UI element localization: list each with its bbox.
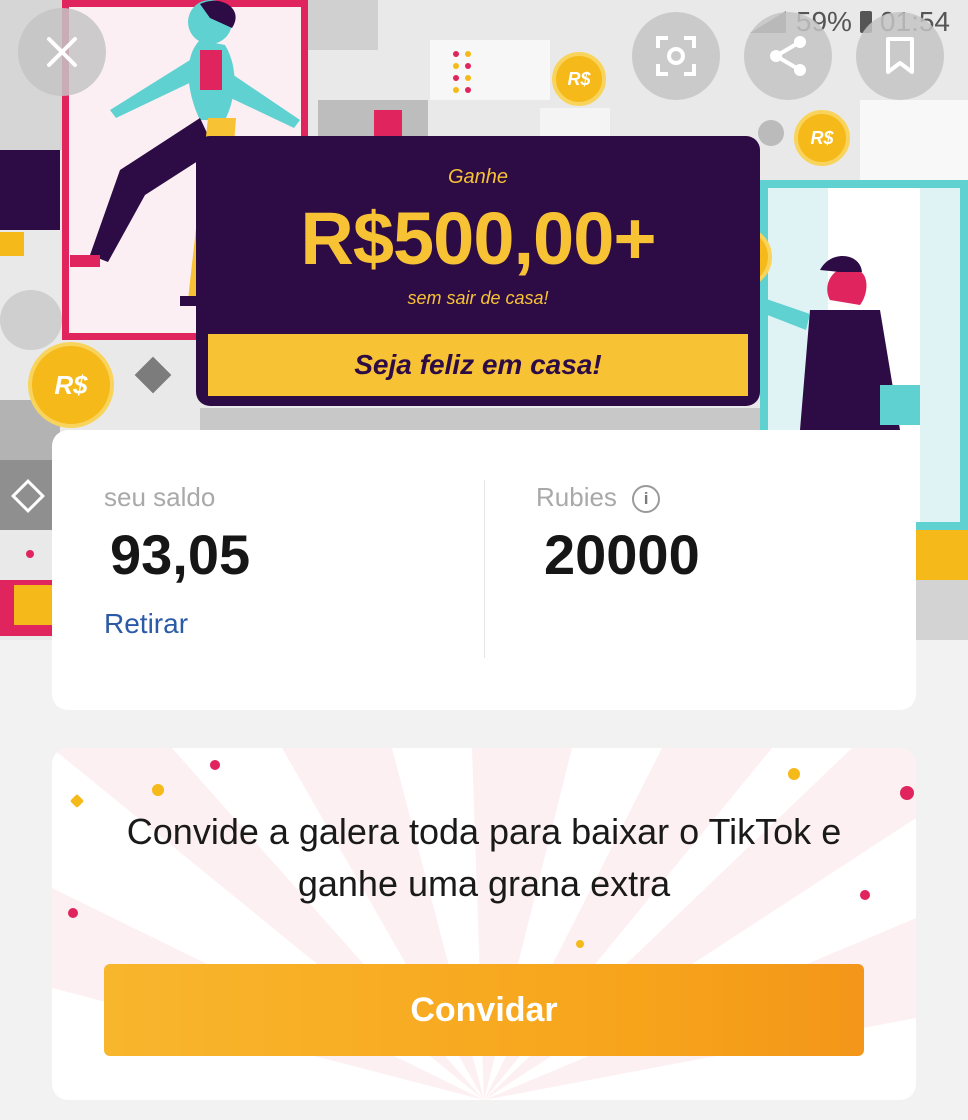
promo-slogan: Seja feliz em casa!: [208, 334, 748, 396]
bg-tile: [14, 585, 52, 625]
info-icon[interactable]: i: [632, 485, 661, 514]
promo-amount: R$500,00+: [300, 197, 656, 280]
lens-icon: [656, 36, 696, 76]
bg-tile: [758, 120, 784, 146]
confetti: [576, 940, 584, 948]
coin-icon: R$: [28, 342, 114, 428]
bg-tile: [916, 580, 968, 640]
rubies-value: 20000: [544, 523, 700, 586]
bookmark-icon: [886, 37, 914, 74]
withdraw-link[interactable]: Retirar: [104, 608, 188, 640]
invite-button[interactable]: Convidar: [104, 964, 864, 1056]
share-button[interactable]: [744, 12, 832, 100]
bg-tile: [318, 100, 428, 140]
confetti: [68, 908, 78, 918]
bg-tile: [430, 40, 550, 100]
confetti: [788, 768, 800, 780]
promo-panel: Ganhe R$500,00+ sem sair de casa! Seja f…: [196, 136, 760, 406]
dots-decoration: [453, 51, 471, 93]
bg-tile: [134, 356, 172, 394]
close-icon: [47, 37, 77, 67]
bookmark-button[interactable]: [856, 12, 944, 100]
share-icon: [770, 36, 806, 76]
rubies-header: Rubies i: [536, 482, 661, 514]
balance-value: 93,05: [110, 523, 251, 586]
confetti: [900, 786, 914, 800]
bg-tile: [860, 100, 968, 180]
promo-subtitle: sem sair de casa!: [407, 288, 549, 308]
coin-icon: R$: [552, 52, 606, 106]
invite-message: Convide a galera toda para baixar o TikT…: [126, 811, 842, 904]
bg-tile: [200, 408, 760, 430]
rubies-label: Rubies: [536, 482, 617, 512]
confetti: [860, 890, 870, 900]
invite-card: Convide a galera toda para baixar o TikT…: [52, 748, 916, 1100]
confetti: [152, 784, 164, 796]
close-button[interactable]: [18, 8, 106, 96]
card-divider: [484, 480, 485, 658]
balance-label: seu saldo: [104, 482, 216, 512]
lens-button[interactable]: [632, 12, 720, 100]
balance-card: seu saldo 93,05 Retirar Rubies i 20000: [52, 430, 916, 710]
bg-tile: [26, 550, 34, 558]
promo-eyebrow: Ganhe: [447, 166, 509, 188]
bg-tile: [374, 110, 402, 136]
bg-tile: [0, 232, 24, 256]
confetti: [210, 760, 220, 770]
coin-icon: R$: [794, 110, 850, 166]
